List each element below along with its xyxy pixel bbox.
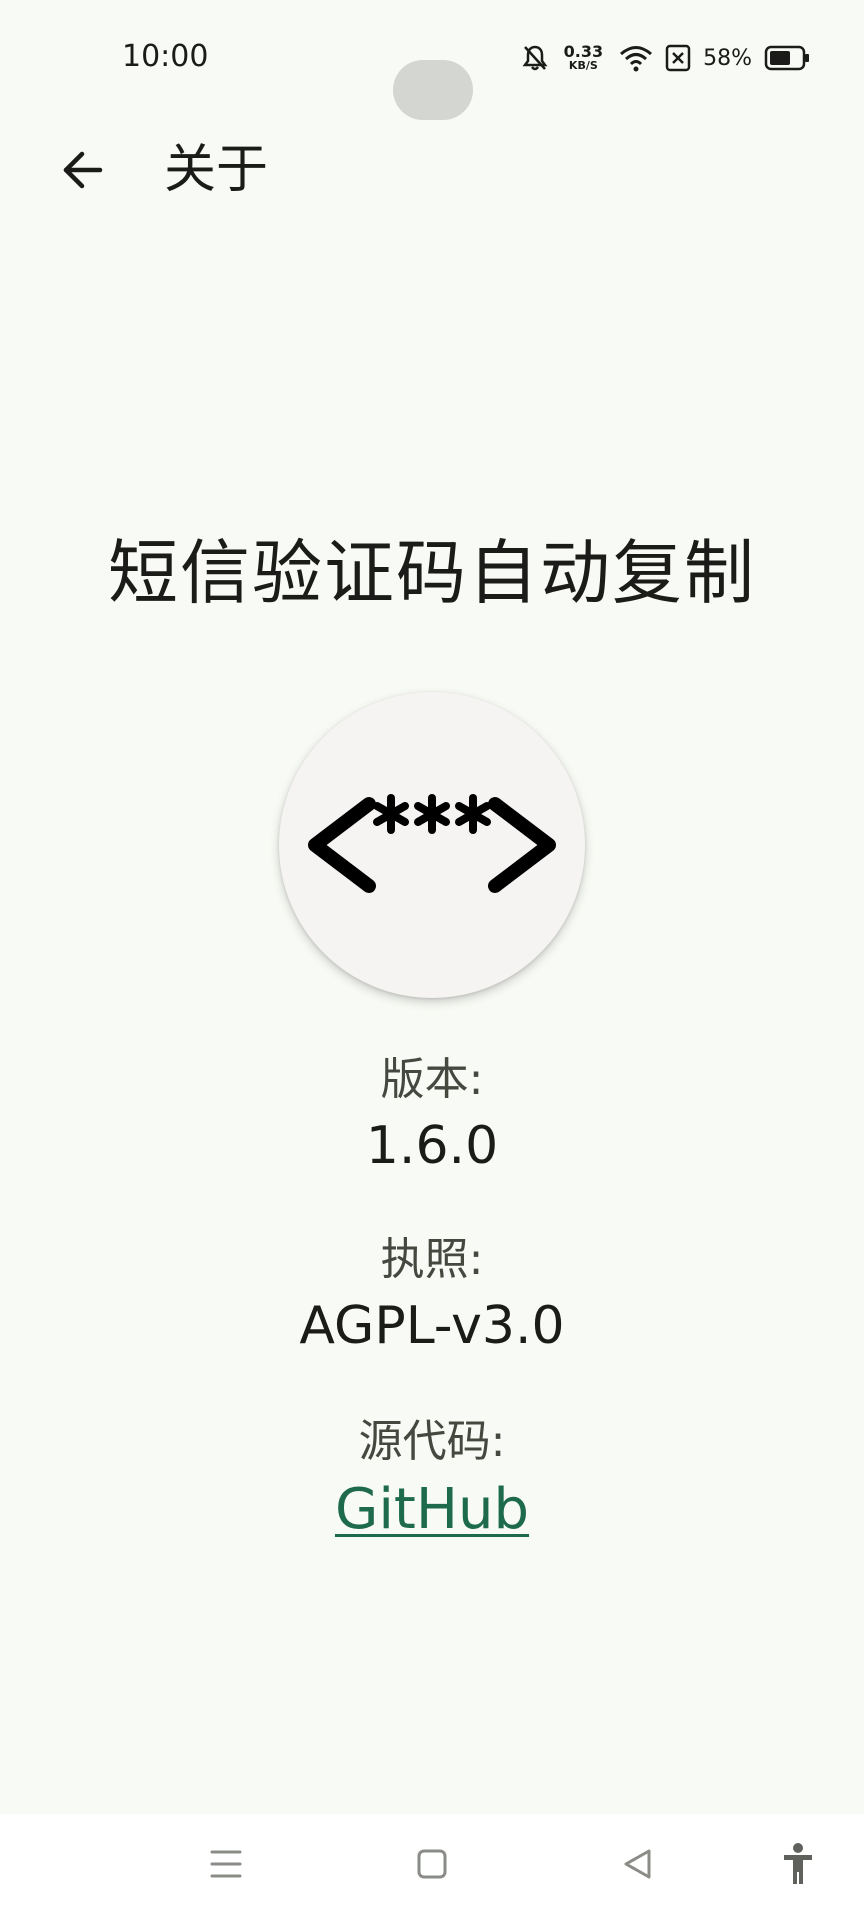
back-triangle-icon <box>621 1847 655 1885</box>
home-button[interactable] <box>402 1836 462 1896</box>
version-value: 1.6.0 <box>365 1116 499 1176</box>
license-label: 执照: <box>380 1234 484 1285</box>
code-asterisks-logo <box>308 794 556 893</box>
accessibility-icon <box>781 1842 815 1890</box>
navigation-bar <box>0 1814 864 1920</box>
net-speed-unit: KB/S <box>568 59 598 72</box>
battery-percent: 58% <box>703 45 752 71</box>
recent-apps-button[interactable] <box>196 1836 256 1896</box>
page-title: 关于 <box>164 140 269 200</box>
app-name: 短信验证码自动复制 <box>108 532 756 614</box>
back-button[interactable] <box>46 136 118 208</box>
home-square-icon <box>415 1847 449 1885</box>
back-nav-button[interactable] <box>608 1836 668 1896</box>
source-code-label: 源代码: <box>358 1416 506 1467</box>
github-link[interactable]: GitHub <box>335 1477 529 1542</box>
net-speed-indicator: 0.33 KB/S <box>564 44 603 72</box>
net-speed-value: 0.33 <box>563 42 604 61</box>
license-value: AGPL-v3.0 <box>299 1296 565 1356</box>
status-icons: 0.33 KB/S 58% <box>522 40 810 76</box>
source-code-link-row: GitHub <box>0 1476 864 1544</box>
accessibility-button[interactable] <box>768 1836 828 1896</box>
bell-off-icon <box>522 44 548 72</box>
version-label: 版本: <box>380 1054 484 1105</box>
app-bar: 关于 <box>0 116 864 220</box>
camera-cutout <box>393 60 473 120</box>
sim-error-icon <box>665 44 691 72</box>
menu-icon <box>208 1847 244 1885</box>
app-logo <box>279 692 585 998</box>
battery-icon <box>764 45 810 71</box>
status-time: 10:00 <box>122 39 209 74</box>
wifi-icon <box>619 44 653 72</box>
status-bar: 10:00 0.33 KB/S 58% <box>0 0 864 120</box>
arrow-left-icon <box>60 150 104 194</box>
